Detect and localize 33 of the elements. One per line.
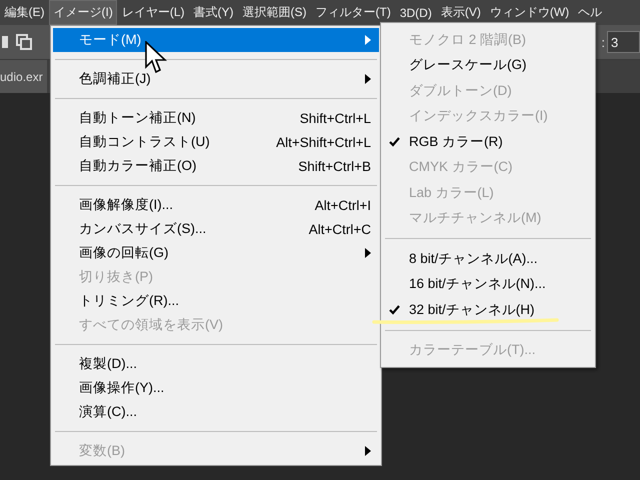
menu-item[interactable]: RGB カラー(R): [383, 129, 593, 154]
document-tab[interactable]: udio.exr: [0, 60, 47, 93]
menu-bar-item[interactable]: ウィンドウ(W): [485, 0, 574, 25]
menu-item[interactable]: 8 bit/チャンネル(A)...: [383, 246, 593, 272]
input-field[interactable]: 3: [607, 31, 640, 53]
menu-item[interactable]: 色調補正(J): [53, 67, 379, 91]
menu-item[interactable]: 32 bit/チャンネル(H): [383, 297, 593, 322]
menu-bar-item[interactable]: ヘル: [574, 0, 607, 25]
overlap-squares-icon[interactable]: [16, 34, 32, 50]
menu-item[interactable]: 16 bit/チャンネル(N)...: [383, 272, 593, 297]
menu-bar-item[interactable]: 選択範囲(S): [238, 0, 311, 25]
menu-item[interactable]: グレースケール(G): [383, 52, 593, 78]
field-label: :: [601, 34, 605, 50]
menu-bar-item[interactable]: 表示(V): [436, 0, 486, 25]
menu-bar-item[interactable]: フィルター(T): [311, 0, 396, 25]
menu-item[interactable]: 複製(D)...: [53, 352, 379, 376]
menu-bar-item[interactable]: レイヤー(L): [117, 0, 189, 25]
document-icon[interactable]: [2, 35, 10, 49]
menu-bar-item[interactable]: 書式(Y): [189, 0, 238, 25]
menu-bar-item[interactable]: イメージ(I): [49, 0, 118, 25]
menu-item[interactable]: 自動トーン補正(N) Shift+Ctrl+L: [53, 106, 379, 130]
mouse-cursor-icon: [145, 41, 167, 74]
menu-bar-item[interactable]: 編集(E): [0, 0, 49, 25]
menu-item[interactable]: 画像解像度(I)... Alt+Ctrl+I: [53, 193, 379, 217]
menu-item[interactable]: トリミング(R)...: [53, 289, 379, 313]
menu-bar-item[interactable]: 3D(D): [395, 2, 436, 24]
menu-item[interactable]: 演算(C)...: [53, 400, 379, 424]
menu-item[interactable]: 自動コントラスト(U) Alt+Shift+Ctrl+L: [53, 130, 379, 154]
menu-item[interactable]: 画像操作(Y)...: [53, 376, 379, 400]
menu-item[interactable]: カンバスサイズ(S)... Alt+Ctrl+C: [53, 217, 379, 241]
menu-item[interactable]: 画像の回転(G): [53, 241, 379, 265]
menu-item[interactable]: モード(M): [53, 28, 379, 52]
menu-item[interactable]: 自動カラー補正(O) Shift+Ctrl+B: [53, 154, 379, 178]
